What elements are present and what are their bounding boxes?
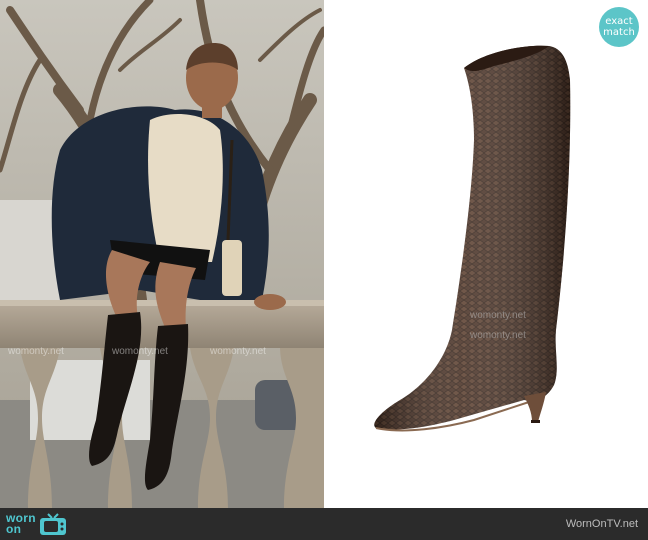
site-logo[interactable]: worn on [6, 510, 68, 538]
footer-bar: worn on WornOnTV.net [0, 508, 648, 540]
boot-illustration [374, 45, 571, 432]
watermark-right-2: womonty.net [470, 330, 526, 341]
logo-bottom: on [6, 522, 22, 536]
watermark-left-1: womonty.net [8, 346, 64, 357]
product-photo[interactable]: womonty.net womonty.net [324, 0, 648, 508]
scene-illustration [0, 0, 324, 508]
watermark-left-3: womonty.net [210, 346, 266, 357]
badge-line-2: match [603, 27, 635, 38]
exact-match-badge: exact match [599, 7, 639, 47]
tv-icon [39, 513, 66, 535]
logo-text: worn on [6, 512, 36, 536]
watermark-left-2: womonty.net [112, 346, 168, 357]
kitten-heel [524, 392, 546, 422]
site-name: WornOnTV.net [565, 518, 638, 530]
badge-line-1: exact [605, 16, 633, 27]
cream-sweater [148, 114, 223, 262]
watermark-right-1: womonty.net [470, 310, 526, 321]
scene-photo: womonty.net womonty.net womonty.net [0, 0, 324, 508]
